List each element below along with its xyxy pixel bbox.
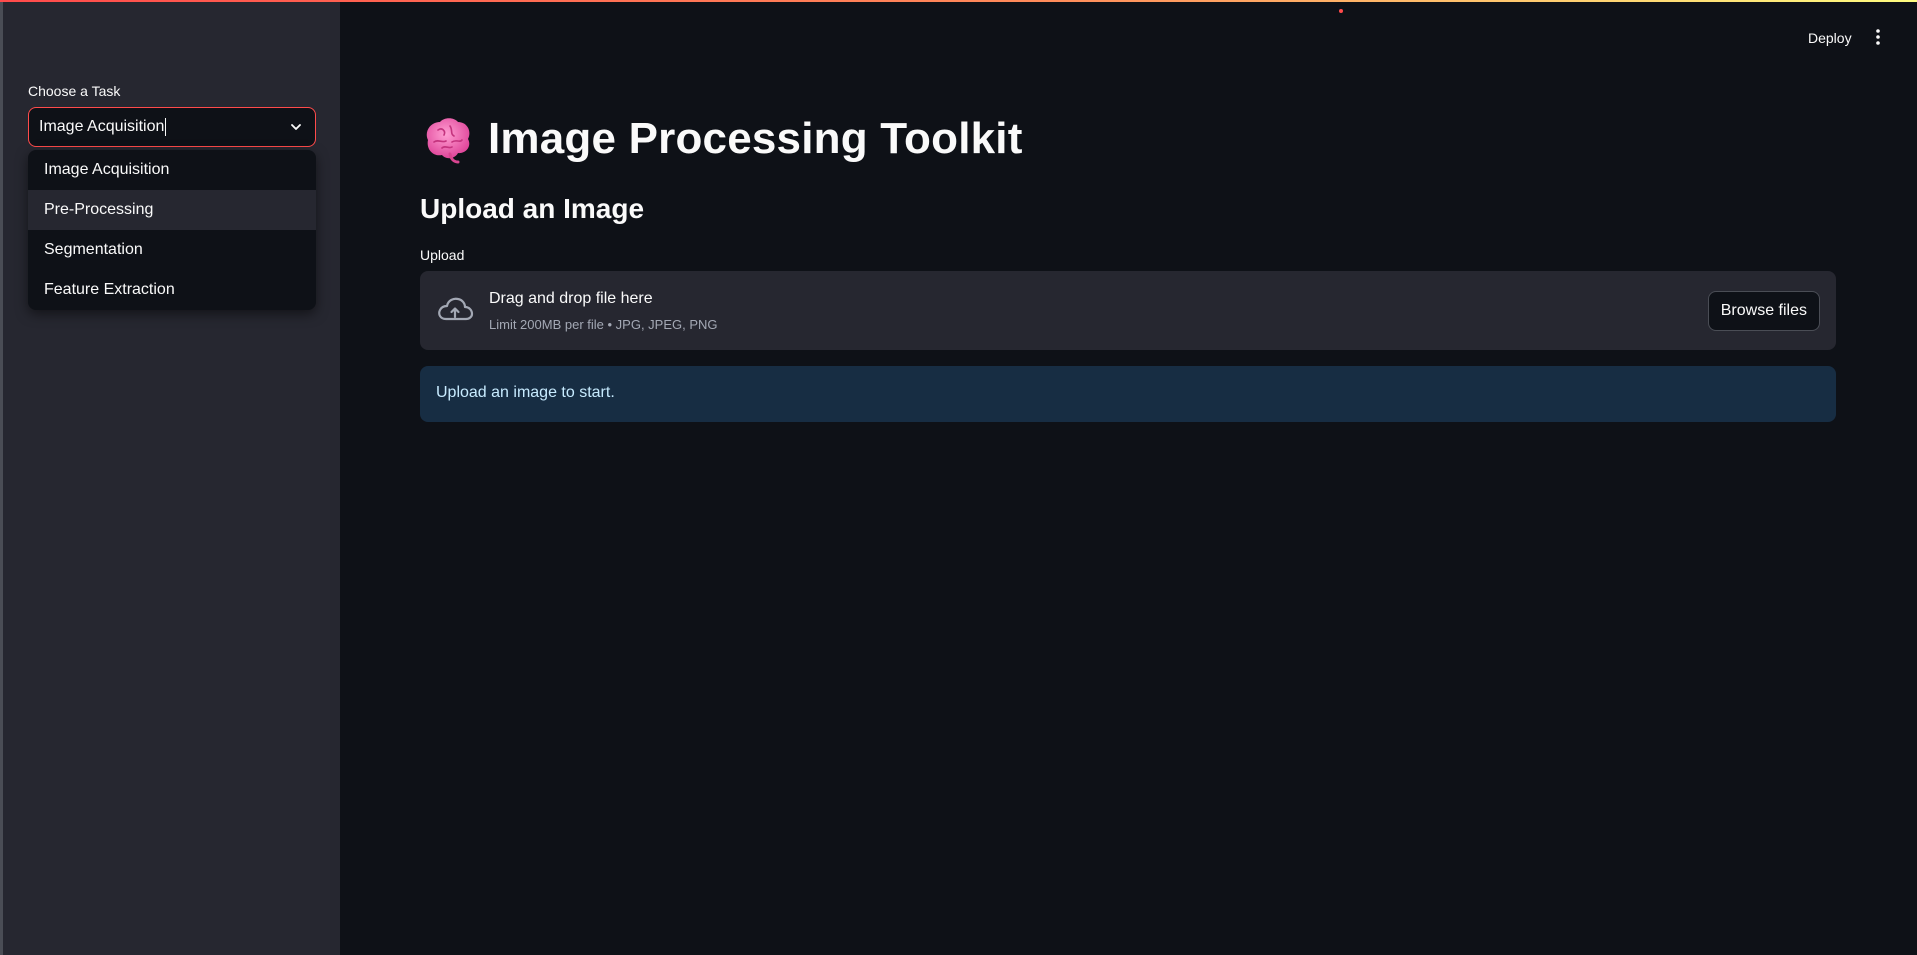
browse-files-button[interactable]: Browse files xyxy=(1707,291,1820,331)
info-alert: Upload an image to start. xyxy=(420,366,1836,422)
brain-emoji-icon xyxy=(426,118,470,164)
deploy-button[interactable]: Deploy xyxy=(1800,26,1860,50)
file-dropzone[interactable]: Drag and drop file here Limit 200MB per … xyxy=(420,271,1836,350)
dropzone-instructions: Drag and drop file here xyxy=(489,290,653,307)
sidebar: Choose a Task Image Acquisition Image Ac… xyxy=(0,0,340,955)
cloud-upload-icon xyxy=(438,297,474,321)
chevron-down-icon[interactable] xyxy=(289,120,303,134)
upload-label: Upload xyxy=(420,247,465,263)
info-alert-text: Upload an image to start. xyxy=(436,384,615,401)
upload-subheader: Upload an Image xyxy=(420,193,645,224)
task-select-label: Choose a Task xyxy=(28,83,121,99)
page-title: Image Processing Toolkit xyxy=(420,112,1023,166)
task-select-dropdown: Image Acquisition Pre-Processing Segment… xyxy=(28,150,316,310)
option-pre-processing[interactable]: Pre-Processing xyxy=(28,190,316,230)
status-dot xyxy=(1339,9,1343,13)
task-select-value[interactable]: Image Acquisition xyxy=(39,118,164,136)
header-decoration-bar xyxy=(0,0,1917,2)
kebab-menu-icon[interactable] xyxy=(1872,27,1884,47)
page-title-text: Image Processing Toolkit xyxy=(488,114,1023,163)
option-segmentation[interactable]: Segmentation xyxy=(28,230,316,270)
dropzone-limits: Limit 200MB per file • JPG, JPEG, PNG xyxy=(489,317,718,332)
option-feature-extraction[interactable]: Feature Extraction xyxy=(28,270,316,310)
task-select[interactable]: Image Acquisition xyxy=(28,107,316,147)
text-cursor xyxy=(165,118,167,136)
option-image-acquisition[interactable]: Image Acquisition xyxy=(28,150,316,190)
